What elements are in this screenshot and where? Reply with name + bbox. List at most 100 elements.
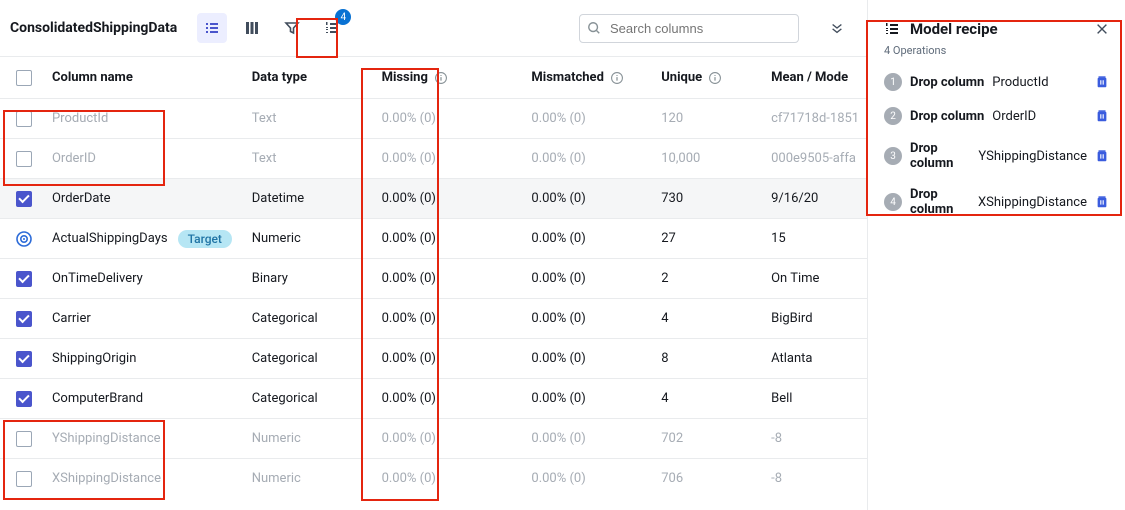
mismatched-cell: 0.00% (0)	[531, 271, 585, 286]
chevron-double-down-icon	[830, 21, 844, 35]
table-row[interactable]: OnTimeDeliveryBinary0.00% (0)0.00% (0)2O…	[0, 258, 867, 298]
numbered-list-icon	[884, 21, 900, 37]
mean-cell: 15	[771, 231, 786, 246]
grid-view-button[interactable]	[237, 13, 267, 43]
recipe-operation[interactable]: 4Drop columnXShippingDistance	[882, 179, 1111, 225]
table-row[interactable]: ShippingOriginCategorical0.00% (0)0.00% …	[0, 338, 867, 378]
row-checkbox[interactable]	[16, 271, 32, 287]
mismatched-cell: 0.00% (0)	[531, 431, 585, 446]
target-pill: Target	[178, 230, 232, 248]
missing-cell: 0.00% (0)	[382, 431, 436, 446]
recipe-title: Model recipe	[910, 20, 998, 38]
mean-cell: Atlanta	[771, 351, 812, 366]
target-icon	[15, 230, 33, 248]
col-header-unique[interactable]: Unique	[661, 70, 702, 85]
row-checkbox[interactable]	[16, 471, 32, 487]
list-view-button[interactable]	[197, 13, 227, 43]
delete-op-button[interactable]	[1095, 149, 1109, 163]
mismatched-cell: 0.00% (0)	[531, 191, 585, 206]
collapse-button[interactable]	[823, 14, 851, 42]
row-checkbox[interactable]	[16, 191, 32, 207]
mean-cell: On Time	[771, 271, 819, 286]
search-icon	[587, 21, 601, 35]
mismatched-cell: 0.00% (0)	[531, 231, 585, 246]
column-name-cell: OrderID	[52, 151, 96, 166]
col-header-type[interactable]: Data type	[252, 70, 307, 85]
recipe-operation[interactable]: 3Drop columnYShippingDistance	[882, 133, 1111, 179]
mean-cell: cf71718d-1851	[771, 111, 859, 126]
row-checkbox[interactable]	[16, 431, 32, 447]
missing-cell: 0.00% (0)	[382, 191, 436, 206]
row-checkbox[interactable]	[16, 391, 32, 407]
info-icon[interactable]	[708, 71, 722, 85]
table-row[interactable]: ProductIdText0.00% (0)0.00% (0)120cf7171…	[0, 98, 867, 138]
recipe-op-name: Drop column	[910, 109, 984, 124]
table-row[interactable]: YShippingDistance Numeric 0.00% (0) 0.00% (…	[0, 418, 867, 458]
table-row[interactable]: ActualShippingDaysTargetNumeric0.00% (0)…	[0, 218, 867, 258]
table-row[interactable]: OrderDateDatetime0.00% (0)0.00% (0)7309/…	[0, 178, 867, 218]
row-checkbox[interactable]	[16, 151, 32, 167]
mean-cell: 9/16/20	[771, 191, 818, 206]
unique-cell: 4	[661, 391, 668, 406]
col-header-name[interactable]: Column name	[52, 70, 133, 85]
trash-icon	[1095, 149, 1109, 163]
table-row[interactable]: OrderIDText0.00% (0)0.00% (0)10,000000e9…	[0, 138, 867, 178]
column-name-cell: ShippingOrigin	[52, 351, 136, 366]
trash-icon	[1095, 75, 1109, 89]
table-row[interactable]: ComputerBrand Categorical 0.00% (0) 0.00% (…	[0, 378, 867, 418]
missing-cell: 0.00% (0)	[382, 231, 436, 246]
data-type-cell: Text	[252, 151, 277, 166]
search-input[interactable]	[579, 14, 799, 43]
mismatched-cell: 0.00% (0)	[531, 471, 585, 486]
mismatched-cell: 0.00% (0)	[531, 111, 585, 126]
recipe-count-badge: 4	[335, 9, 351, 25]
mean-cell: Bell	[771, 391, 792, 406]
table-row[interactable]: XShippingDistance Numeric 0.00% (0) 0.00% (…	[0, 458, 867, 498]
data-type-cell: Categorical	[252, 351, 318, 366]
mismatched-cell: 0.00% (0)	[531, 391, 585, 406]
delete-op-button[interactable]	[1095, 109, 1109, 123]
recipe-op-column: ProductId	[992, 75, 1048, 90]
recipe-operation[interactable]: 2Drop columnOrderID	[882, 99, 1111, 133]
mean-cell: -8	[771, 471, 782, 486]
column-name-cell: ComputerBrand	[52, 391, 143, 406]
row-checkbox[interactable]	[16, 351, 32, 367]
close-recipe-button[interactable]	[1095, 22, 1109, 36]
recipe-operation[interactable]: 1Drop columnProductId	[882, 65, 1111, 99]
table-row[interactable]: CarrierCategorical0.00% (0)0.00% (0)4Big…	[0, 298, 867, 338]
unique-cell: 730	[661, 191, 683, 206]
col-header-missing[interactable]: Missing	[382, 70, 428, 85]
recipe-op-name: Drop column	[910, 75, 984, 90]
recipe-op-column: OrderID	[992, 109, 1036, 124]
search-columns[interactable]	[579, 14, 799, 43]
unique-cell: 4	[661, 311, 668, 326]
row-checkbox[interactable]	[16, 111, 32, 127]
missing-cell: 0.00% (0)	[382, 471, 436, 486]
col-header-mean[interactable]: Mean / Mode	[771, 70, 848, 85]
recipe-button[interactable]: 4	[317, 13, 347, 43]
data-type-cell: Categorical	[252, 391, 318, 406]
delete-op-button[interactable]	[1095, 75, 1109, 89]
mean-cell: BigBird	[771, 311, 812, 326]
filter-button[interactable]	[277, 13, 307, 43]
select-all-checkbox[interactable]	[16, 70, 32, 86]
unique-cell: 120	[661, 111, 683, 126]
unique-cell: 706	[661, 471, 683, 486]
mismatched-cell: 0.00% (0)	[531, 151, 585, 166]
col-header-mismatched[interactable]: Mismatched	[531, 70, 604, 85]
missing-cell: 0.00% (0)	[382, 391, 436, 406]
mean-cell: -8	[771, 431, 782, 446]
info-icon[interactable]	[434, 71, 448, 85]
dataset-title: ConsolidatedShippingData	[10, 20, 177, 36]
data-type-cell: Numeric	[252, 431, 301, 446]
unique-cell: 10,000	[661, 151, 700, 166]
column-name-cell: YShippingDistance	[52, 431, 161, 446]
recipe-step-number: 3	[884, 147, 902, 165]
delete-op-button[interactable]	[1095, 195, 1109, 209]
data-type-cell: Numeric	[252, 471, 301, 486]
column-name-cell: XShippingDistance	[52, 471, 161, 486]
info-icon[interactable]	[610, 71, 624, 85]
mismatched-cell: 0.00% (0)	[531, 311, 585, 326]
row-checkbox[interactable]	[16, 311, 32, 327]
data-type-cell: Binary	[252, 271, 288, 286]
